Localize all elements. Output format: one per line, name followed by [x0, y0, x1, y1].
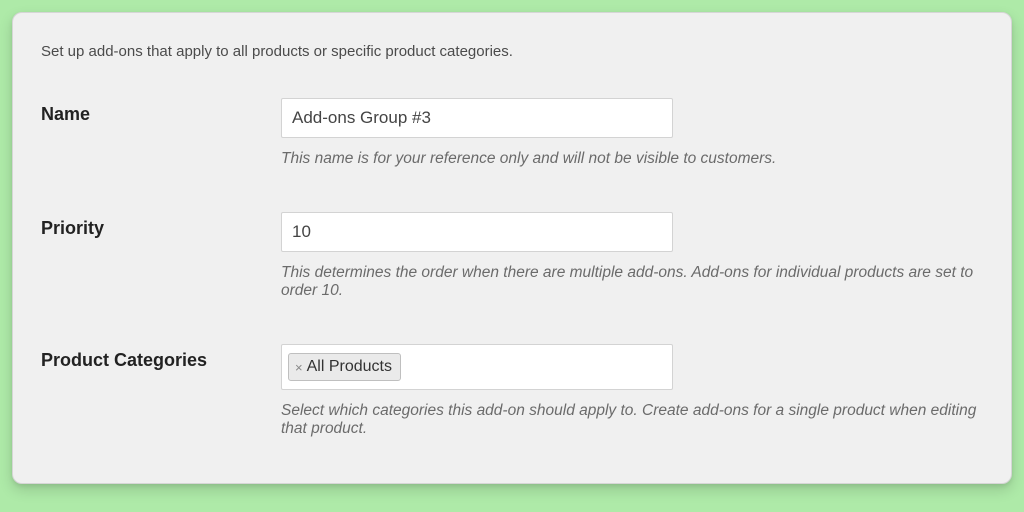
field-row-categories: Product Categories × All Products Select… [41, 344, 983, 438]
name-input[interactable] [281, 98, 673, 138]
field-row-name: Name This name is for your reference onl… [41, 98, 983, 168]
category-tag: × All Products [288, 353, 401, 381]
name-field-col: This name is for your reference only and… [281, 98, 983, 168]
remove-tag-icon[interactable]: × [295, 361, 303, 374]
addons-settings-panel: Set up add-ons that apply to all product… [12, 12, 1012, 484]
name-helper-text: This name is for your reference only and… [281, 150, 983, 168]
categories-field-col: × All Products Select which categories t… [281, 344, 983, 438]
name-label: Name [41, 98, 281, 125]
categories-helper-text: Select which categories this add-on shou… [281, 402, 983, 438]
priority-label: Priority [41, 212, 281, 239]
category-tag-label: All Products [307, 358, 392, 376]
priority-helper-text: This determines the order when there are… [281, 264, 983, 300]
categories-tagbox[interactable]: × All Products [281, 344, 673, 390]
priority-field-col: This determines the order when there are… [281, 212, 983, 300]
priority-input[interactable] [281, 212, 673, 252]
categories-label: Product Categories [41, 344, 281, 371]
panel-intro-text: Set up add-ons that apply to all product… [41, 43, 983, 60]
page-background: Set up add-ons that apply to all product… [0, 0, 1024, 512]
field-row-priority: Priority This determines the order when … [41, 212, 983, 300]
